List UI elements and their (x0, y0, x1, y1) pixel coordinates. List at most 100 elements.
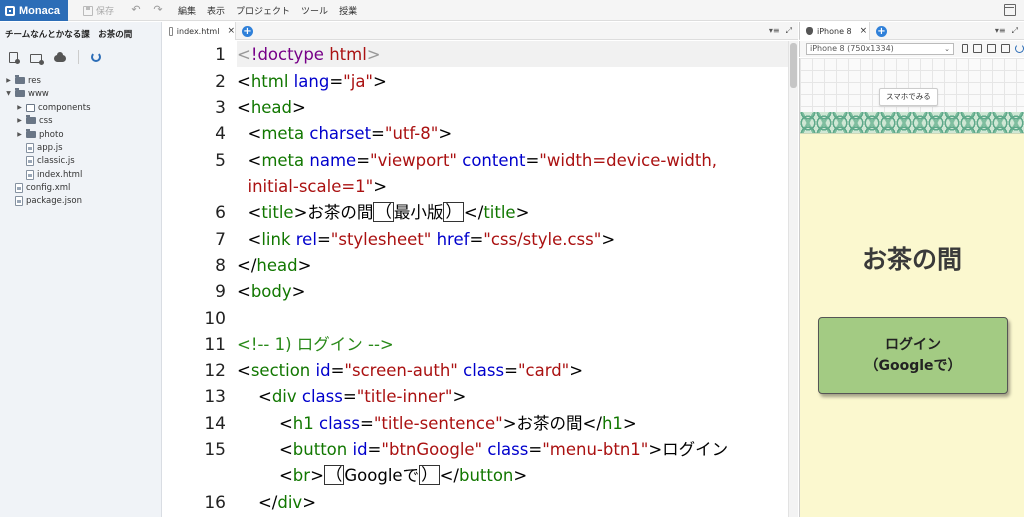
tree-item-res[interactable]: ▶ res (5, 74, 41, 87)
maximize-icon[interactable]: ⤢ (1012, 26, 1018, 36)
tree-item-app-js[interactable]: app.js (26, 141, 63, 154)
tree-item-label: res (28, 75, 41, 86)
tree-item-css[interactable]: ▶ css (16, 114, 53, 127)
code-line: <!-- 1) ログイン --> (237, 335, 394, 354)
menu-edit[interactable]: 編集 (178, 4, 196, 17)
new-folder-icon[interactable] (30, 53, 44, 65)
tab-list-icon[interactable]: ▾≡ (995, 26, 1006, 36)
redo-icon[interactable]: ↷ (151, 3, 165, 17)
layout-icon[interactable] (1004, 4, 1016, 16)
chevron-down-icon: ⌄ (944, 45, 950, 53)
editor-scrollbar[interactable] (788, 41, 798, 517)
upload-cloud-icon[interactable] (54, 52, 66, 62)
line-number-gutter: 1 2 3 4 5 6 7 8 9 10 11 12 13 14 15 16 (162, 41, 234, 517)
close-icon[interactable]: × (860, 26, 868, 36)
chevron-down-icon[interactable]: ▼ (5, 90, 12, 97)
line-number: 15 (204, 440, 226, 460)
device-select-value: iPhone 8 (750x1334) (810, 44, 894, 53)
google-login-button[interactable]: ログイン （Googleで） (818, 317, 1008, 394)
tree-item-components[interactable]: ▶ components (16, 101, 90, 114)
line-number: 8 (215, 256, 226, 276)
sidebar-toolbar (0, 48, 161, 66)
tab-label: index.html (176, 26, 220, 36)
external-window-icon[interactable] (1001, 44, 1010, 53)
project-title: チームなんとかなる課 お茶の間 (5, 30, 133, 40)
close-icon[interactable]: × (227, 26, 235, 36)
add-tab-icon[interactable]: + (242, 26, 253, 37)
device-preview: スマホでみる お茶の間 ログイン （Googleで） (799, 58, 1024, 517)
menu-view[interactable]: 表示 (207, 4, 225, 17)
chevron-right-icon[interactable]: ▶ (5, 77, 12, 84)
line-number: 6 (215, 203, 226, 223)
tab-label: iPhone 8 (817, 26, 852, 36)
line-number: 5 (215, 151, 226, 171)
chevron-right-icon[interactable]: ▶ (16, 117, 23, 124)
maximize-icon[interactable]: ⤢ (786, 26, 792, 36)
folder-icon (15, 75, 25, 84)
code-line: </head> (237, 256, 312, 275)
tab-index-html[interactable]: index.html × (162, 22, 236, 40)
chevron-right-icon[interactable]: ▶ (16, 104, 23, 111)
editor-tab-bar: index.html × + ▾≡ ⤢ (162, 22, 798, 40)
tree-item-label: classic.js (37, 155, 75, 166)
add-tab-icon[interactable]: + (876, 26, 887, 37)
tree-item-label: photo (39, 129, 64, 140)
file-tree-panel: チームなんとかなる課 お茶の間 ▶ res ▼ www ▶ components… (0, 22, 162, 517)
tree-item-label: www (28, 88, 49, 99)
code-line: </div> (237, 493, 317, 512)
menu-tools[interactable]: ツール (301, 4, 328, 17)
line-number: 7 (215, 230, 226, 250)
screenshot-icon[interactable] (987, 44, 996, 53)
undo-icon[interactable]: ↶ (129, 3, 143, 17)
tree-item-package-json[interactable]: package.json (15, 194, 82, 207)
code-line: <button id="btnGoogle" class="menu-btn1"… (237, 440, 729, 459)
code-line: <link rel="stylesheet" href="css/style.c… (237, 230, 616, 249)
tree-item-classic-js[interactable]: classic.js (26, 154, 75, 167)
refresh-icon[interactable] (91, 52, 101, 62)
folder-icon (15, 88, 25, 97)
line-number: 14 (204, 414, 226, 434)
html-file-icon (169, 26, 173, 36)
scrollbar-thumb[interactable] (790, 43, 797, 88)
tab-iphone-8[interactable]: iPhone 8 × (800, 22, 870, 40)
monaca-logo[interactable]: Monaca (0, 0, 68, 21)
line-number: 2 (215, 72, 226, 92)
tree-item-www[interactable]: ▼ www (5, 87, 49, 100)
header-pattern-band (800, 112, 1024, 134)
html-file-icon (26, 169, 34, 180)
main-menu: 編集 表示 プロジェクト ツール 授業 (178, 0, 357, 21)
code-line: initial-scale=1"> (247, 177, 388, 196)
preview-tab-bar: iPhone 8 × + ▾≡ ⤢ (799, 22, 1024, 40)
portrait-icon[interactable] (962, 44, 968, 53)
new-file-icon[interactable] (9, 51, 20, 64)
save-icon (83, 5, 93, 16)
menu-class[interactable]: 授業 (339, 4, 357, 17)
code-editor[interactable]: 1 2 3 4 5 6 7 8 9 10 11 12 13 14 15 16 <… (162, 41, 788, 517)
code-line: <title>お茶の間（最小版） </title> (237, 202, 530, 222)
login-button-line2: （Googleで） (864, 358, 962, 374)
file-icon (26, 155, 34, 166)
tab-list-icon[interactable]: ▾≡ (769, 26, 780, 36)
tree-item-photo[interactable]: ▶ photo (16, 128, 64, 141)
open-on-smartphone-button[interactable]: スマホでみる (879, 88, 938, 106)
folder-icon (26, 129, 36, 138)
save-button[interactable]: 保存 (83, 3, 114, 18)
line-number: 9 (215, 282, 226, 302)
folder-icon (26, 115, 36, 124)
chevron-right-icon[interactable]: ▶ (16, 131, 23, 138)
tree-item-label: package.json (26, 195, 82, 206)
code-line: <!doctype html> (237, 45, 381, 64)
reload-icon[interactable] (1015, 44, 1024, 53)
code-line: <div class="title-inner"> (237, 387, 467, 406)
save-label: 保存 (96, 7, 115, 17)
menu-project[interactable]: プロジェクト (236, 4, 290, 17)
line-number: 13 (204, 387, 226, 407)
apple-icon (806, 27, 813, 35)
landscape-icon[interactable] (973, 44, 982, 53)
tree-item-config-xml[interactable]: config.xml (15, 181, 70, 194)
line-number: 4 (215, 124, 226, 144)
file-icon (15, 195, 23, 206)
tree-item-index-html[interactable]: index.html (26, 168, 82, 181)
editor-tab-tools: ▾≡ ⤢ (769, 26, 792, 36)
device-select[interactable]: iPhone 8 (750x1334) ⌄ (806, 43, 954, 55)
